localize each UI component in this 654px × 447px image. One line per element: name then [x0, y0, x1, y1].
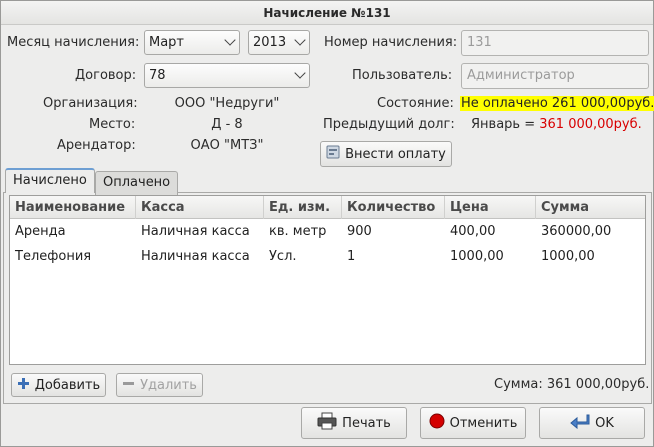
- cell-price: 400,00: [450, 224, 496, 239]
- minus-icon: [122, 377, 135, 394]
- cell-cashbox: Наличная касса: [141, 249, 250, 264]
- ok-button-label: OK: [595, 415, 614, 431]
- cell-sum: 1000,00: [541, 249, 595, 264]
- cell-name: Телефония: [15, 249, 92, 264]
- print-button-label: Печать: [342, 415, 391, 431]
- print-button[interactable]: Печать: [301, 407, 407, 439]
- state-value: Не оплачено 261 000,00руб.: [460, 96, 654, 111]
- number-label: Номер начисления:: [324, 35, 458, 50]
- col-name[interactable]: Наименование: [10, 196, 136, 219]
- cancel-icon: [429, 413, 445, 433]
- cancel-button-label: Отменить: [449, 415, 518, 431]
- org-label: Организация:: [43, 96, 138, 111]
- pay-button-label: Внести оплату: [345, 146, 446, 162]
- col-sum[interactable]: Сумма: [536, 196, 645, 219]
- tab-charged[interactable]: Начислено: [5, 168, 95, 193]
- chevron-down-icon: [294, 34, 306, 46]
- place-label: Место:: [89, 117, 136, 132]
- contract-combo[interactable]: 78: [144, 63, 310, 88]
- cell-quantity: 900: [347, 224, 372, 239]
- pay-button[interactable]: Внести оплату: [320, 141, 452, 167]
- state-label: Состояние:: [377, 96, 454, 111]
- table-row[interactable]: Аренда Наличная касса кв. метр 900 400,0…: [10, 219, 645, 244]
- table-row[interactable]: Телефония Наличная касса Усл. 1 1000,00 …: [10, 244, 645, 269]
- payment-icon: [326, 145, 340, 163]
- charges-table[interactable]: Наименование Касса Ед. изм. Количество Ц…: [9, 195, 646, 365]
- chevron-down-icon: [294, 67, 306, 79]
- org-value: ООО "Недруги": [174, 96, 280, 111]
- cell-cashbox: Наличная касса: [141, 224, 250, 239]
- ok-arrow-icon: [570, 413, 590, 433]
- cancel-button[interactable]: Отменить: [420, 407, 526, 439]
- month-label: Месяц начисления:: [7, 35, 140, 50]
- chevron-down-icon: [224, 34, 236, 46]
- delete-button-label: Удалить: [140, 377, 197, 393]
- debt-label: Предыдущий долг:: [323, 117, 455, 132]
- status-badge: Не оплачено 261 000,00руб.: [460, 96, 654, 111]
- debt-amount: 361 000,00руб.: [539, 117, 642, 132]
- debt-value: Январь = 361 000,00руб.: [471, 117, 642, 132]
- window-title: Начисление №131: [1, 1, 653, 25]
- col-price[interactable]: Цена: [445, 196, 536, 219]
- delete-button[interactable]: Удалить: [116, 373, 203, 397]
- plus-icon: [17, 377, 30, 394]
- user-field[interactable]: Администратор: [461, 63, 649, 89]
- col-unit[interactable]: Ед. изм.: [264, 196, 342, 219]
- table-header: Наименование Касса Ед. изм. Количество Ц…: [10, 196, 645, 219]
- total-sum: Сумма: 361 000,00руб.: [494, 377, 650, 392]
- cell-price: 1000,00: [450, 249, 504, 264]
- tenant-value: ОАО "МТЗ": [190, 138, 264, 153]
- cell-unit: Усл.: [269, 249, 297, 264]
- tab-paid[interactable]: Оплачено: [95, 171, 179, 195]
- cell-name: Аренда: [15, 224, 66, 239]
- debt-month: Январь =: [471, 117, 536, 132]
- dialog-window: Начисление №131 Месяц начисления: Март 2…: [0, 0, 654, 447]
- ok-button[interactable]: OK: [539, 407, 645, 439]
- tenant-label: Арендатор:: [57, 138, 136, 153]
- cell-quantity: 1: [347, 249, 356, 264]
- contract-label: Договор:: [75, 68, 137, 83]
- month-combo[interactable]: Март: [144, 30, 240, 55]
- number-field[interactable]: 131: [461, 30, 649, 56]
- contract-value: 78: [149, 68, 166, 83]
- user-label: Пользователь:: [352, 68, 453, 83]
- year-combo[interactable]: 2013: [248, 30, 310, 55]
- printer-icon: [317, 412, 337, 434]
- col-quantity[interactable]: Количество: [342, 196, 445, 219]
- add-button[interactable]: Добавить: [11, 373, 106, 397]
- add-button-label: Добавить: [34, 377, 101, 393]
- col-cashbox[interactable]: Касса: [136, 196, 264, 219]
- year-value: 2013: [253, 35, 287, 50]
- place-value: Д - 8: [211, 117, 243, 132]
- cell-sum: 360000,00: [541, 224, 612, 239]
- month-value: Март: [149, 35, 185, 50]
- cell-unit: кв. метр: [269, 224, 327, 239]
